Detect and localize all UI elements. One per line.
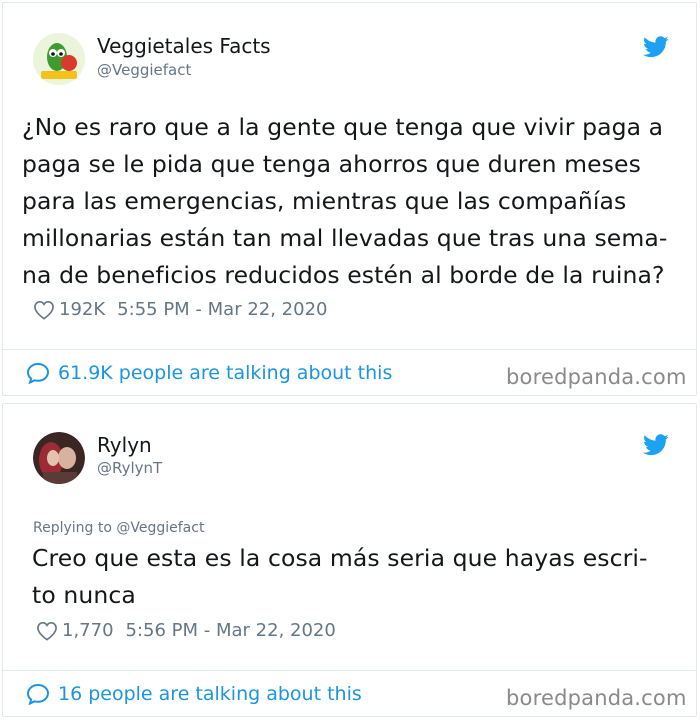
talking-link[interactable]: 61.9K people are talking about this xyxy=(26,362,392,384)
like-count[interactable]: 1,770 xyxy=(62,620,114,641)
avatar-rylyn[interactable] xyxy=(33,432,85,484)
tweet-text-line: para las emergencias, mientras que las c… xyxy=(22,187,627,215)
heart-icon[interactable] xyxy=(33,300,55,320)
talking-link[interactable]: 16 people are talking about this xyxy=(26,683,362,705)
card-divider xyxy=(3,670,696,671)
tweet-timestamp[interactable]: 5:55 PM - Mar 22, 2020 xyxy=(117,299,327,320)
tweet-card-1: Veggietales Facts @Veggiefact ¿No es rar… xyxy=(2,2,697,396)
like-count[interactable]: 192K xyxy=(59,299,105,320)
brand-watermark: boredpanda.com xyxy=(506,686,687,710)
brand-watermark: boredpanda.com xyxy=(506,365,687,389)
author-name[interactable]: Veggietales Facts xyxy=(97,34,271,58)
tweet-text-line: to nunca xyxy=(32,581,136,609)
tweet-card-2: Rylyn @RylynT Replying to @Veggiefact Cr… xyxy=(2,403,697,717)
heart-icon[interactable] xyxy=(36,621,58,641)
speech-bubble-icon xyxy=(26,683,50,705)
tweet-text-line: paga se le pida que tenga ahorros que du… xyxy=(22,150,641,178)
talking-text[interactable]: 61.9K people are talking about this xyxy=(58,362,392,384)
replying-to[interactable]: Replying to @Veggiefact xyxy=(33,520,204,536)
author-name[interactable]: Rylyn xyxy=(97,433,152,457)
tweet-text-line: na de beneficios reducidos estén al bord… xyxy=(22,261,665,289)
speech-bubble-icon xyxy=(26,362,50,384)
talking-text[interactable]: 16 people are talking about this xyxy=(58,683,362,705)
tweet-text-line: Creo que esta es la cosa más seria que h… xyxy=(32,544,648,572)
tweet-meta: 192K 5:55 PM - Mar 22, 2020 xyxy=(33,299,327,320)
twitter-bird-icon[interactable] xyxy=(643,36,669,58)
twitter-bird-icon[interactable] xyxy=(643,434,669,456)
avatar-veggietales[interactable] xyxy=(33,33,85,85)
tweet-timestamp[interactable]: 5:56 PM - Mar 22, 2020 xyxy=(126,620,336,641)
card-divider xyxy=(3,349,696,350)
tweet-meta: 1,770 5:56 PM - Mar 22, 2020 xyxy=(36,620,336,641)
tweet-text-line: ¿No es raro que a la gente que tenga que… xyxy=(22,113,664,141)
author-handle[interactable]: @RylynT xyxy=(97,459,162,477)
author-handle[interactable]: @Veggiefact xyxy=(97,61,191,79)
tweet-text-line: millonarias están tan mal llevadas que t… xyxy=(22,224,668,252)
